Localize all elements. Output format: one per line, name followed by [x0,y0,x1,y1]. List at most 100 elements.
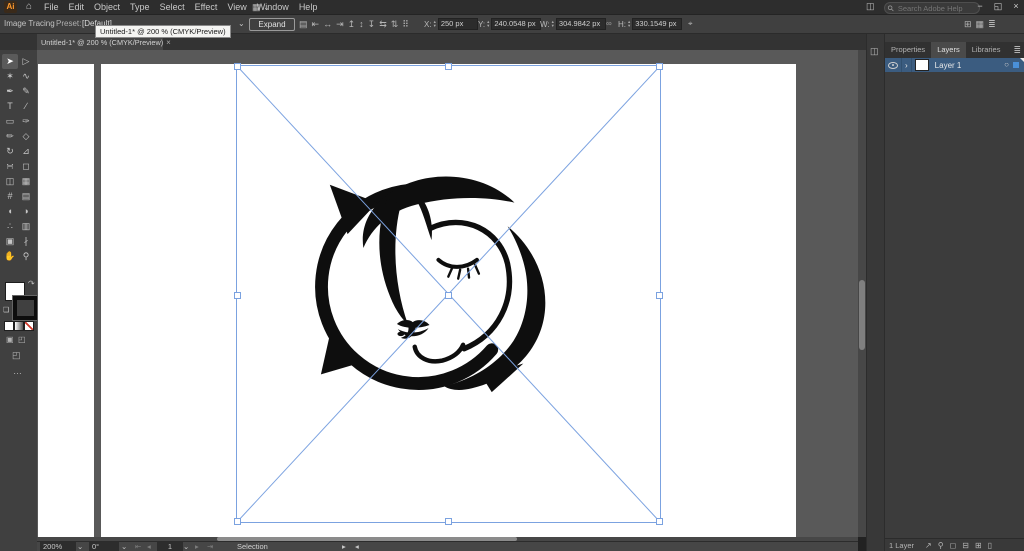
rotate-tool-icon[interactable]: ↻ [2,144,18,159]
draw-normal-icon[interactable]: ▣ [6,335,14,344]
workspace-icon[interactable]: ▦ [976,15,985,33]
disclosure-icon[interactable]: › [905,61,908,70]
layer-target-icon[interactable]: ○ [1004,58,1009,72]
screen-mode-icon[interactable]: ◰ [12,350,21,361]
restore-button[interactable]: ◱ [990,0,1006,13]
x-field[interactable]: X: ▴ ▾ 250 px [424,18,478,30]
selection-center-handle[interactable] [445,292,452,299]
y-field[interactable]: Y: ▴ ▾ 240.0548 px [478,18,542,30]
x-value[interactable]: 250 px [437,18,478,30]
artboard-number-field[interactable]: 1 [157,542,183,551]
collect-for-export-icon[interactable]: ↗ [925,539,932,551]
arrange-documents-icon[interactable]: ⊞ [964,15,972,33]
x-stepper[interactable]: ▴ ▾ [434,19,436,28]
collapsed-panel-icon[interactable]: ◫ [870,46,879,57]
zoom-tool-icon[interactable]: ⚲ [18,249,34,264]
gradient-button[interactable] [14,321,24,331]
close-button[interactable]: × [1008,0,1024,13]
curvature-tool-icon[interactable]: ✎ [18,84,34,99]
align-vertical-bottom-icon[interactable]: ↧ [368,15,376,33]
expand-button[interactable]: Expand [249,18,295,31]
menu-effect[interactable]: Effect [195,2,218,12]
selection-tool-icon[interactable]: ➤ [2,54,18,69]
vertical-scrollbar[interactable] [858,50,866,537]
layer-name[interactable]: Layer 1 [935,61,962,70]
first-artboard-icon[interactable]: ⇤ [135,542,141,551]
y-value[interactable]: 240.0548 px [491,18,542,30]
last-artboard-icon[interactable]: ⇥ [207,542,213,551]
zoom-chevron-icon[interactable]: ⌄ [77,542,83,551]
make-clipping-mask-icon[interactable]: ◻ [950,539,957,551]
menu-object[interactable]: Object [94,2,120,12]
gradient-tool-icon[interactable]: ▤ [18,189,34,204]
tab-close-icon[interactable]: × [166,38,171,47]
workspace-switcher-icon[interactable]: ▦ ⌄ [252,0,271,14]
menu-help[interactable]: Help [299,2,318,12]
layer-visibility-cell[interactable] [885,58,902,72]
align-vertical-top-icon[interactable]: ↥ [348,15,356,33]
perspective-grid-tool-icon[interactable]: ▦ [18,174,34,189]
selection-handle-n[interactable] [445,63,452,70]
layer-thumbnail[interactable] [914,59,929,71]
symbol-sprayer-tool-icon[interactable]: ∴ [2,219,18,234]
lasso-tool-icon[interactable]: ∿ [18,69,34,84]
zoom-level-dropdown[interactable]: 200% [40,542,76,551]
tab-layers[interactable]: Layers [931,42,966,58]
new-sublayer-icon[interactable]: ⊟ [962,539,969,551]
toolbar-more-icon[interactable]: … [13,366,23,376]
panel-list-icon[interactable]: ≣ [988,15,996,33]
h-stepper[interactable]: ▴ ▾ [628,19,630,28]
hand-tool-icon[interactable]: ✋ [2,249,18,264]
w-field[interactable]: W: ▴ ▾ 304.9842 px [540,18,606,30]
color-button[interactable] [4,321,14,331]
y-stepper[interactable]: ▴ ▾ [487,19,489,28]
tab-libraries[interactable]: Libraries [966,42,1007,58]
home-icon[interactable]: ⌂ [26,0,32,14]
menu-type[interactable]: Type [130,2,150,12]
view-dropdown-chevron-icon[interactable]: ⌄ [238,15,245,33]
rotation-chevron-icon[interactable]: ⌄ [121,542,127,551]
delete-selection-icon[interactable]: ▯ [988,539,992,551]
link-width-height-icon[interactable]: ∞ [606,15,612,33]
default-fill-stroke-icon[interactable]: ❏ [3,306,9,314]
layer-row[interactable]: › Layer 1 ○ [885,58,1024,72]
shaper-tool-icon[interactable]: ◇ [18,129,34,144]
align-horizontal-center-icon[interactable]: ↔ [323,15,332,33]
type-tool-icon[interactable]: T [2,99,18,114]
selection-handle-sw[interactable] [234,518,241,525]
menu-file[interactable]: File [44,2,59,12]
pencil-tool-icon[interactable]: ✏ [2,129,18,144]
new-layer-icon[interactable]: ⊞ [975,539,982,551]
previous-artboard-icon[interactable]: ◂ [147,542,151,551]
artboard-chevron-icon[interactable]: ⌄ [183,542,189,551]
selection-bounding-box[interactable] [234,63,663,525]
transform-more-icon[interactable]: ⌖ [688,15,693,33]
column-graph-tool-icon[interactable]: ▥ [18,219,34,234]
layer-thumbnail-cell[interactable] [912,58,932,72]
status-back-icon[interactable]: ◂ [355,542,359,551]
rectangle-tool-icon[interactable]: ▭ [2,114,18,129]
none-button[interactable] [24,321,34,331]
next-artboard-icon[interactable]: ▸ [195,542,199,551]
artboard-tool-icon[interactable]: ▣ [2,234,18,249]
magic-wand-tool-icon[interactable]: ✶ [2,69,18,84]
align-horizontal-right-icon[interactable]: ⇥ [336,15,344,33]
distribute-vertical-icon[interactable]: ⇅ [391,15,399,33]
minimize-button[interactable]: − [972,0,988,13]
vertical-scrollbar-thumb[interactable] [859,280,865,350]
locate-object-icon[interactable]: ⚲ [938,539,944,551]
menu-select[interactable]: Select [160,2,185,12]
pen-tool-icon[interactable]: ✒ [2,84,18,99]
width-tool-icon[interactable]: ∺ [2,159,18,174]
selection-handle-nw[interactable] [234,63,241,70]
layer-disclosure-cell[interactable]: › [902,58,912,72]
direct-selection-tool-icon[interactable]: ▷ [18,54,34,69]
help-search-field[interactable]: ⚲ [884,2,980,14]
shape-builder-tool-icon[interactable]: ◫ [2,174,18,189]
h-field[interactable]: H: ▴ ▾ 330.1549 px [618,18,683,30]
align-vertical-center-icon[interactable]: ↕ [359,15,364,33]
distribute-horizontal-icon[interactable]: ⇆ [379,15,387,33]
w-value[interactable]: 304.9842 px [555,18,606,30]
draw-behind-icon[interactable]: ◰ [18,335,26,344]
align-horizontal-left-icon[interactable]: ⇤ [312,15,320,33]
